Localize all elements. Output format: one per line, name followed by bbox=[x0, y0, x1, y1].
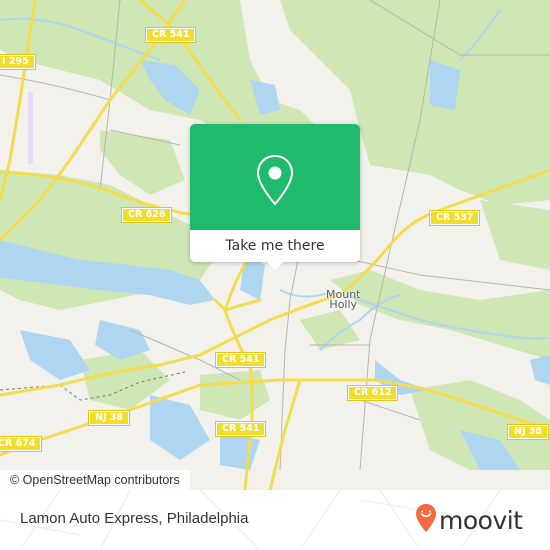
airport-runway bbox=[28, 92, 33, 164]
road-label-cr541: CR 541 bbox=[214, 352, 267, 368]
road-label-cr612: CR 612 bbox=[346, 385, 399, 401]
location-popup: Take me there bbox=[190, 124, 360, 270]
moovit-logo[interactable]: moovit bbox=[415, 503, 523, 537]
place-title: Lamon Auto Express, Philadelphia bbox=[20, 510, 249, 527]
map[interactable]: CR 541 I 295 CR 626 CR 537 CR 541 CR 541… bbox=[0, 0, 550, 490]
popup-header bbox=[190, 124, 360, 230]
road-label-cr674: CR 674 bbox=[0, 436, 43, 452]
road-label-i295: I 295 bbox=[0, 54, 36, 70]
road-label-nj38: NJ 38 bbox=[87, 410, 131, 426]
road-label-nj38: NJ 38 bbox=[506, 424, 550, 440]
road-label-cr541: CR 541 bbox=[214, 421, 267, 437]
footer: Lamon Auto Express, Philadelphia moovit bbox=[0, 490, 550, 550]
road-label-cr537: CR 537 bbox=[428, 210, 481, 226]
place-label-line: Holly bbox=[329, 298, 358, 311]
moovit-pin-icon bbox=[415, 503, 437, 537]
road-label-cr541: CR 541 bbox=[144, 27, 197, 43]
place-label-mount-holly: Mount Holly bbox=[326, 289, 360, 311]
map-attribution[interactable]: © OpenStreetMap contributors bbox=[0, 470, 190, 490]
popup-pointer bbox=[267, 262, 283, 270]
road-label-cr626: CR 626 bbox=[120, 207, 173, 223]
moovit-wordmark: moovit bbox=[439, 505, 523, 535]
take-me-there-button[interactable]: Take me there bbox=[190, 230, 360, 262]
